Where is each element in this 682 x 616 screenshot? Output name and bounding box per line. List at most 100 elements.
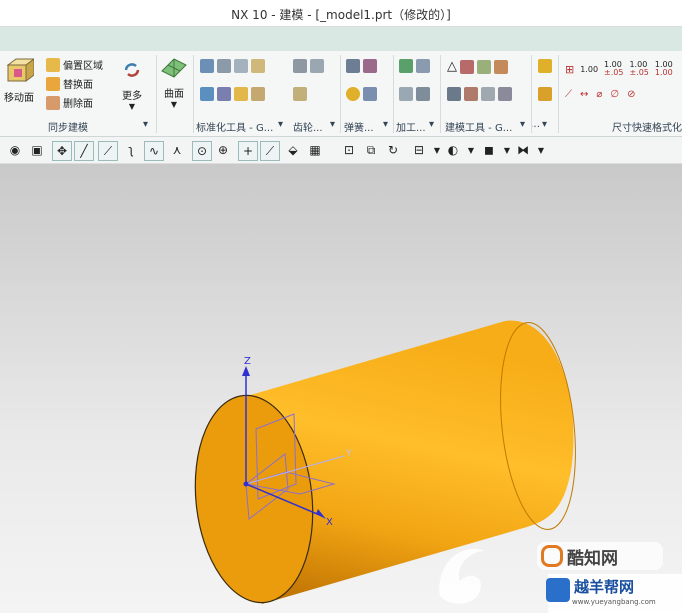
grid-icon[interactable]: ▦ — [306, 141, 324, 159]
display-dropdown-icon[interactable]: ▼ — [462, 141, 480, 159]
move-face-icon — [6, 58, 34, 82]
dim-diameter-icon[interactable]: ⌀ — [596, 89, 602, 100]
watermark-badge-icon — [546, 578, 570, 602]
modeling-icon[interactable] — [498, 87, 512, 101]
tool-icon[interactable] — [251, 87, 265, 101]
gear-group-label[interactable]: 齿轮... — [293, 119, 323, 134]
machining-icon[interactable] — [416, 87, 430, 101]
tangent-snap-icon[interactable]: ⟋ — [260, 141, 280, 161]
triangle-icon[interactable]: △ — [447, 59, 457, 74]
watermark-brand-2: 越羊帮网 www.yueyangbang.com — [546, 574, 682, 613]
endpoint-snap-icon[interactable]: ⟋ — [98, 141, 118, 161]
render-style-icon[interactable]: ◉ — [6, 141, 24, 159]
layout-icon[interactable]: ⊟ — [410, 141, 428, 159]
std-tools-group-label[interactable]: 标准化工具 - G... — [196, 119, 273, 134]
tool-icon[interactable] — [217, 87, 231, 101]
misc-icon-top — [538, 59, 552, 73]
spring-icon[interactable] — [346, 59, 360, 73]
modeling-tools-group-label[interactable]: 建模工具 - G... — [445, 119, 512, 134]
curve-icon[interactable]: ʅ — [122, 141, 140, 159]
surface-icon — [161, 58, 187, 78]
view-toolbar: ◉ ▣ ✥ ╱ ⟋ ʅ ∿ ⋏ ⊙ ⊕ + ⟋ ⬙ ▦ ⊡ ⧉ ↻ ⊟ ▼ ◐ … — [0, 137, 682, 164]
quadrant-snap-icon[interactable]: ⊕ — [214, 141, 232, 159]
intersection-icon[interactable]: ⋏ — [168, 141, 186, 159]
center-snap-icon[interactable]: ⊙ — [192, 141, 212, 161]
shaded-cube-icon[interactable]: ◼ — [480, 141, 498, 159]
dim-value-3[interactable]: 1.00 ±.05 — [629, 61, 648, 77]
section-view-icon[interactable]: ⧓ — [514, 141, 532, 159]
graphics-viewport[interactable]: Z X Y 酷知网 越羊帮网 www.yueyangbang.com — [0, 164, 682, 613]
spring-icon[interactable] — [346, 87, 360, 101]
dim-angle-icon[interactable]: ⟋ — [565, 89, 572, 100]
group-dropdown-icon[interactable]: ▾ — [278, 119, 283, 130]
more-dropdown-icon: ▼ — [128, 102, 136, 111]
spring-group-label[interactable]: 弹簧... — [344, 119, 374, 134]
dim-radius-icon[interactable]: ∅ — [610, 89, 619, 100]
spring-icon[interactable] — [363, 87, 377, 101]
gear-icon[interactable] — [293, 59, 307, 73]
delete-face-button[interactable]: 删除面 — [46, 95, 93, 110]
dim-group-label[interactable]: 尺寸快速格式化 — [612, 119, 682, 134]
gear-icon[interactable] — [310, 59, 324, 73]
machining-icon[interactable] — [399, 87, 413, 101]
dim-icon[interactable]: ⊞ — [565, 63, 574, 76]
cube-view-icon[interactable]: ▣ — [28, 141, 46, 159]
spring-tools-row-1 — [346, 59, 377, 73]
stack-icon[interactable] — [538, 87, 552, 101]
machining-icon[interactable] — [399, 59, 413, 73]
dim-linear-icon[interactable]: ↔ — [580, 89, 588, 100]
dim-value-1[interactable]: 1.00 — [580, 65, 598, 74]
machining-group-label[interactable]: 加工... — [396, 119, 426, 134]
modeling-icon[interactable] — [460, 59, 474, 74]
dim-ref-icon[interactable]: ⊘ — [627, 89, 635, 100]
dim-format-row-1: ⊞ 1.00 1.00 ±.05 1.00 ±.05 1.00 1.00 — [565, 61, 673, 77]
separator — [340, 55, 341, 133]
ribbon: 移动面 偏置区域 替换面 删除面 更多 ▼ 同步建模 ▾ 曲面 ▼ 标准化工具 … — [0, 51, 682, 137]
move-face-button[interactable]: 移动面 — [4, 57, 34, 104]
watermark-brand-1: 酷知网 — [537, 542, 663, 570]
modeling-icon[interactable] — [494, 59, 508, 74]
section-dropdown-icon[interactable]: ▼ — [532, 141, 550, 159]
zoom-window-icon[interactable]: ⧉ — [362, 141, 380, 159]
dim-value-2[interactable]: 1.00 ±.05 — [604, 61, 623, 77]
rotate-icon[interactable]: ↻ — [384, 141, 402, 159]
modeling-icon[interactable] — [447, 87, 461, 101]
modeling-icon[interactable] — [477, 59, 491, 74]
modeling-icon[interactable] — [481, 87, 495, 101]
stack-icon[interactable] — [538, 59, 552, 73]
delete-face-icon — [46, 95, 60, 110]
polyline-icon[interactable]: ∿ — [144, 141, 164, 161]
more-button[interactable]: 更多 ▼ — [120, 59, 144, 111]
tool-icon[interactable] — [200, 87, 214, 101]
display-mode-icon[interactable]: ◐ — [444, 141, 462, 159]
dim-value-4[interactable]: 1.00 1.00 — [655, 61, 673, 77]
snap-grid-icon[interactable]: ✥ — [52, 141, 72, 161]
machining-tools-row-1 — [399, 59, 430, 73]
surface-button[interactable]: 曲面 ▼ — [160, 55, 188, 109]
offset-region-button[interactable]: 偏置区域 — [46, 57, 103, 72]
zoom-fit-icon[interactable]: ⊡ — [340, 141, 358, 159]
gear-icon[interactable] — [293, 87, 307, 101]
tool-icon[interactable] — [234, 87, 248, 101]
tool-icon[interactable] — [234, 59, 248, 73]
group-dropdown-icon[interactable]: ▾ — [429, 119, 434, 130]
point-snap-icon[interactable]: + — [238, 141, 258, 161]
tool-icon[interactable] — [251, 59, 265, 73]
group-dropdown-icon[interactable]: ▾ — [330, 119, 335, 130]
line-snap-icon[interactable]: ╱ — [74, 141, 94, 161]
machining-icon[interactable] — [416, 59, 430, 73]
face-snap-icon[interactable]: ⬙ — [284, 141, 302, 159]
replace-face-button[interactable]: 替换面 — [46, 76, 93, 91]
delete-face-label: 删除面 — [63, 99, 93, 110]
sync-modeling-group-label: 同步建模 — [48, 123, 88, 134]
offset-region-label: 偏置区域 — [63, 61, 103, 72]
tool-icon[interactable] — [217, 59, 231, 73]
group-dropdown-icon[interactable]: ▾ — [542, 119, 547, 130]
dim-value-2-sub: ±.05 — [604, 68, 624, 77]
tool-icon[interactable] — [200, 59, 214, 73]
group-dropdown-icon[interactable]: ▾ — [520, 119, 525, 130]
modeling-icon[interactable] — [464, 87, 478, 101]
group-dropdown-icon[interactable]: ▾ — [383, 119, 388, 130]
spring-icon[interactable] — [363, 59, 377, 73]
group-dropdown-icon[interactable]: ▾ — [143, 119, 148, 130]
